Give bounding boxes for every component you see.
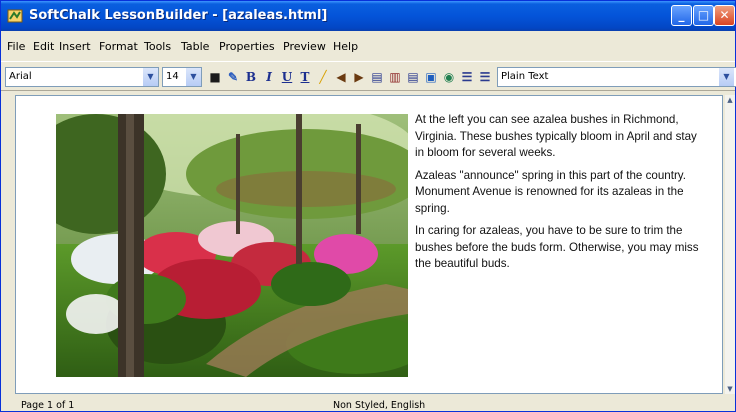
highlight-icon[interactable]: ╱ [315,69,331,85]
font-color-icon[interactable]: T [297,69,313,85]
close-button[interactable]: ✕ [714,5,735,26]
style-value: Plain Text [501,71,549,82]
maximize-button[interactable]: □ [693,5,714,26]
window-title: SoftChalk LessonBuilder - [azaleas.html] [29,8,328,23]
menu-table[interactable]: Table [181,40,209,53]
close-icon: ✕ [719,8,730,22]
chevron-down-icon[interactable]: ▼ [719,68,734,86]
style-select[interactable]: Plain Text ▼ [497,67,736,87]
menu-file[interactable]: File [7,40,25,53]
minimize-button[interactable]: _ [671,5,692,26]
align-right-icon[interactable]: ▤ [405,69,421,85]
document-editor[interactable]: At the left you can see azalea bushes in… [15,95,723,394]
bullet-list-icon[interactable]: ☰ [477,69,493,85]
app-window: SoftChalk LessonBuilder - [azaleas.html]… [0,0,736,412]
title-bar[interactable]: SoftChalk LessonBuilder - [azaleas.html]… [1,1,735,31]
menu-preview[interactable]: Preview [283,40,326,53]
maximize-icon: □ [697,8,710,22]
scroll-up-icon[interactable]: ▲ [725,95,735,105]
format-toolbar: Arial ▼ 14 ▼ ■ ✎ B I U T ╱ ◀ ▶ ▤ ▥ ▤ ▣ ◉… [1,61,736,91]
chevron-down-icon[interactable]: ▼ [186,68,201,86]
save-icon[interactable]: ■ [207,69,223,85]
outdent-icon[interactable]: ◀ [333,69,349,85]
menu-insert[interactable]: Insert [59,40,91,53]
menu-edit[interactable]: Edit [33,40,54,53]
vertical-scrollbar[interactable]: ▲ ▼ [725,95,735,394]
menu-tools[interactable]: Tools [144,40,171,53]
paragraph: At the left you can see azalea bushes in… [415,113,697,159]
chevron-down-icon[interactable]: ▼ [143,68,158,86]
menu-properties[interactable]: Properties [219,40,275,53]
menu-format[interactable]: Format [99,40,138,53]
align-left-icon[interactable]: ▤ [369,69,385,85]
paragraph: In caring for azaleas, you have to be su… [415,224,699,270]
font-name-select[interactable]: Arial ▼ [5,67,159,87]
style-language-indicator: Non Styled, English [333,400,426,411]
bold-icon[interactable]: B [243,69,259,85]
font-size-value: 14 [166,71,179,82]
italic-icon[interactable]: I [261,69,277,85]
status-bar: Page 1 of 1 Non Styled, English [1,399,735,412]
paragraph: Azaleas "announce" spring in this part o… [415,168,686,215]
minimize-icon: _ [678,8,685,22]
page-indicator: Page 1 of 1 [21,400,75,411]
underline-icon[interactable]: U [279,69,295,85]
spellcheck-icon[interactable]: ✎ [225,69,241,85]
menu-help[interactable]: Help [333,40,358,53]
photo-graphic [56,114,408,377]
azalea-photo[interactable] [56,114,408,377]
numbered-list-icon[interactable]: ☰ [459,69,475,85]
insert-image-icon[interactable]: ▣ [423,69,439,85]
indent-icon[interactable]: ▶ [351,69,367,85]
insert-link-icon[interactable]: ◉ [441,69,457,85]
app-icon [7,9,23,23]
scroll-down-icon[interactable]: ▼ [725,384,735,394]
align-center-icon[interactable]: ▥ [387,69,403,85]
lesson-text[interactable]: At the left you can see azalea bushes in… [415,112,701,279]
font-size-select[interactable]: 14 ▼ [162,67,202,87]
font-name-value: Arial [9,71,32,82]
menu-bar: File Edit Insert Format Tools Table Prop… [1,31,735,61]
